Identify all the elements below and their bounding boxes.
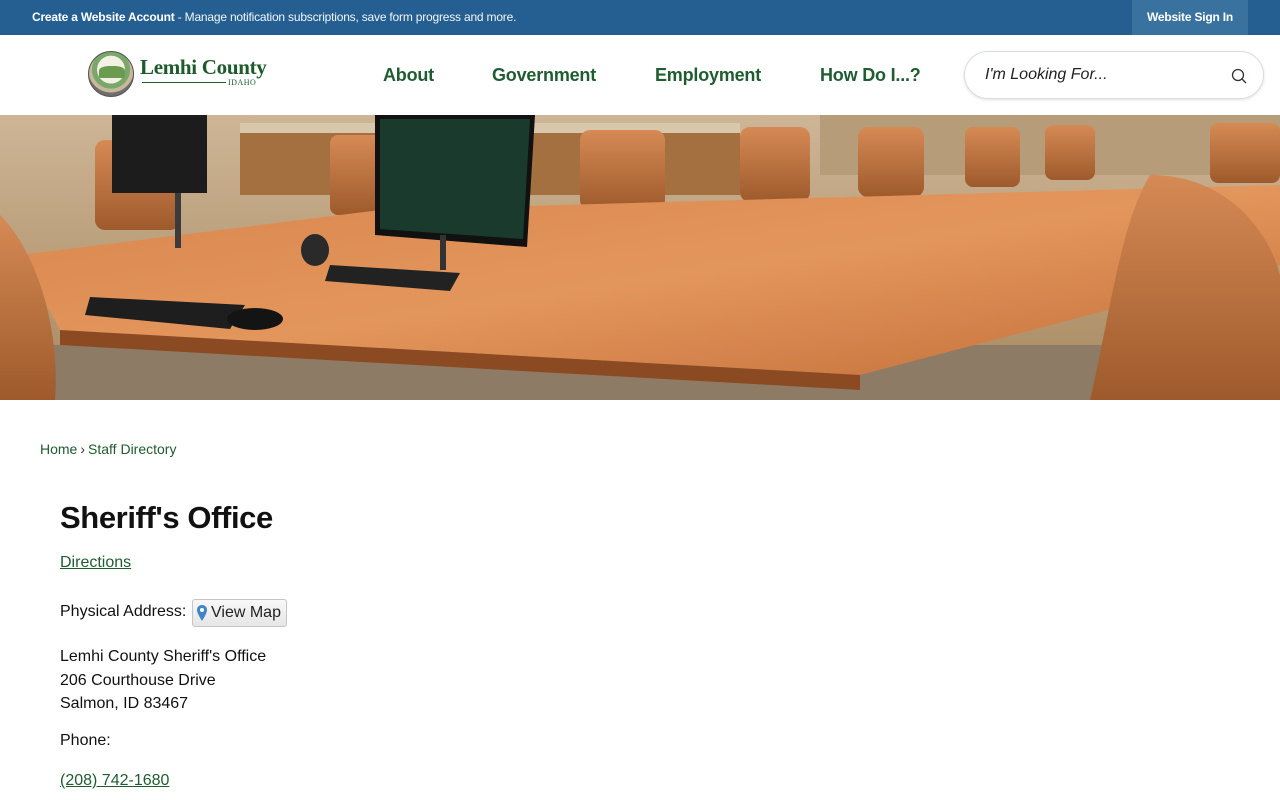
breadcrumb-staff-directory[interactable]: Staff Directory bbox=[88, 441, 176, 457]
page-title: Sheriff's Office bbox=[60, 500, 273, 535]
nav-about[interactable]: About bbox=[383, 35, 434, 115]
website-sign-in-button[interactable]: Website Sign In bbox=[1132, 0, 1248, 35]
breadcrumb: Home › Staff Directory bbox=[40, 441, 176, 457]
conference-room-illustration bbox=[0, 115, 1280, 400]
logo-state: IDAHO bbox=[228, 78, 257, 87]
search-icon[interactable] bbox=[1231, 68, 1247, 84]
address-line-1: Lemhi County Sheriff's Office bbox=[60, 648, 267, 665]
create-account-link[interactable]: Create a Website Account bbox=[32, 10, 175, 24]
view-map-label: View Map bbox=[211, 604, 281, 621]
county-seal-icon bbox=[88, 51, 134, 97]
nav-government[interactable]: Government bbox=[492, 35, 596, 115]
physical-address-label: Physical Address: bbox=[60, 603, 187, 620]
breadcrumb-home[interactable]: Home bbox=[40, 441, 77, 457]
phone-link[interactable]: (208) 742-1680 bbox=[60, 772, 169, 790]
map-pin-icon bbox=[197, 605, 207, 621]
notification-bar: Create a Website Account - Manage notifi… bbox=[0, 0, 1280, 35]
site-header: Lemhi County IDAHO About Government Empl… bbox=[0, 35, 1280, 115]
search-box[interactable]: I'm Looking For... bbox=[964, 51, 1264, 99]
create-account-text: Create a Website Account - Manage notifi… bbox=[32, 10, 516, 24]
logo-rule bbox=[142, 82, 226, 83]
directions-link[interactable]: Directions bbox=[60, 554, 131, 572]
address-block: Lemhi County Sheriff's Office 206 Courth… bbox=[60, 645, 266, 716]
breadcrumb-separator: › bbox=[80, 441, 86, 457]
county-logo[interactable]: Lemhi County IDAHO bbox=[86, 49, 270, 99]
phone-label: Phone: bbox=[60, 732, 111, 749]
view-map-button[interactable]: View Map bbox=[192, 599, 287, 627]
nav-employment[interactable]: Employment bbox=[655, 35, 761, 115]
nav-how-do-i[interactable]: How Do I...? bbox=[820, 35, 921, 115]
logo-wordmark: Lemhi County bbox=[140, 55, 267, 79]
create-account-description: - Manage notification subscriptions, sav… bbox=[174, 10, 517, 24]
address-line-3: Salmon, ID 83467 bbox=[60, 695, 189, 712]
search-input[interactable]: I'm Looking For... bbox=[985, 66, 1108, 84]
address-line-2: 206 Courthouse Drive bbox=[60, 671, 216, 689]
hero-banner-image bbox=[0, 115, 1280, 400]
